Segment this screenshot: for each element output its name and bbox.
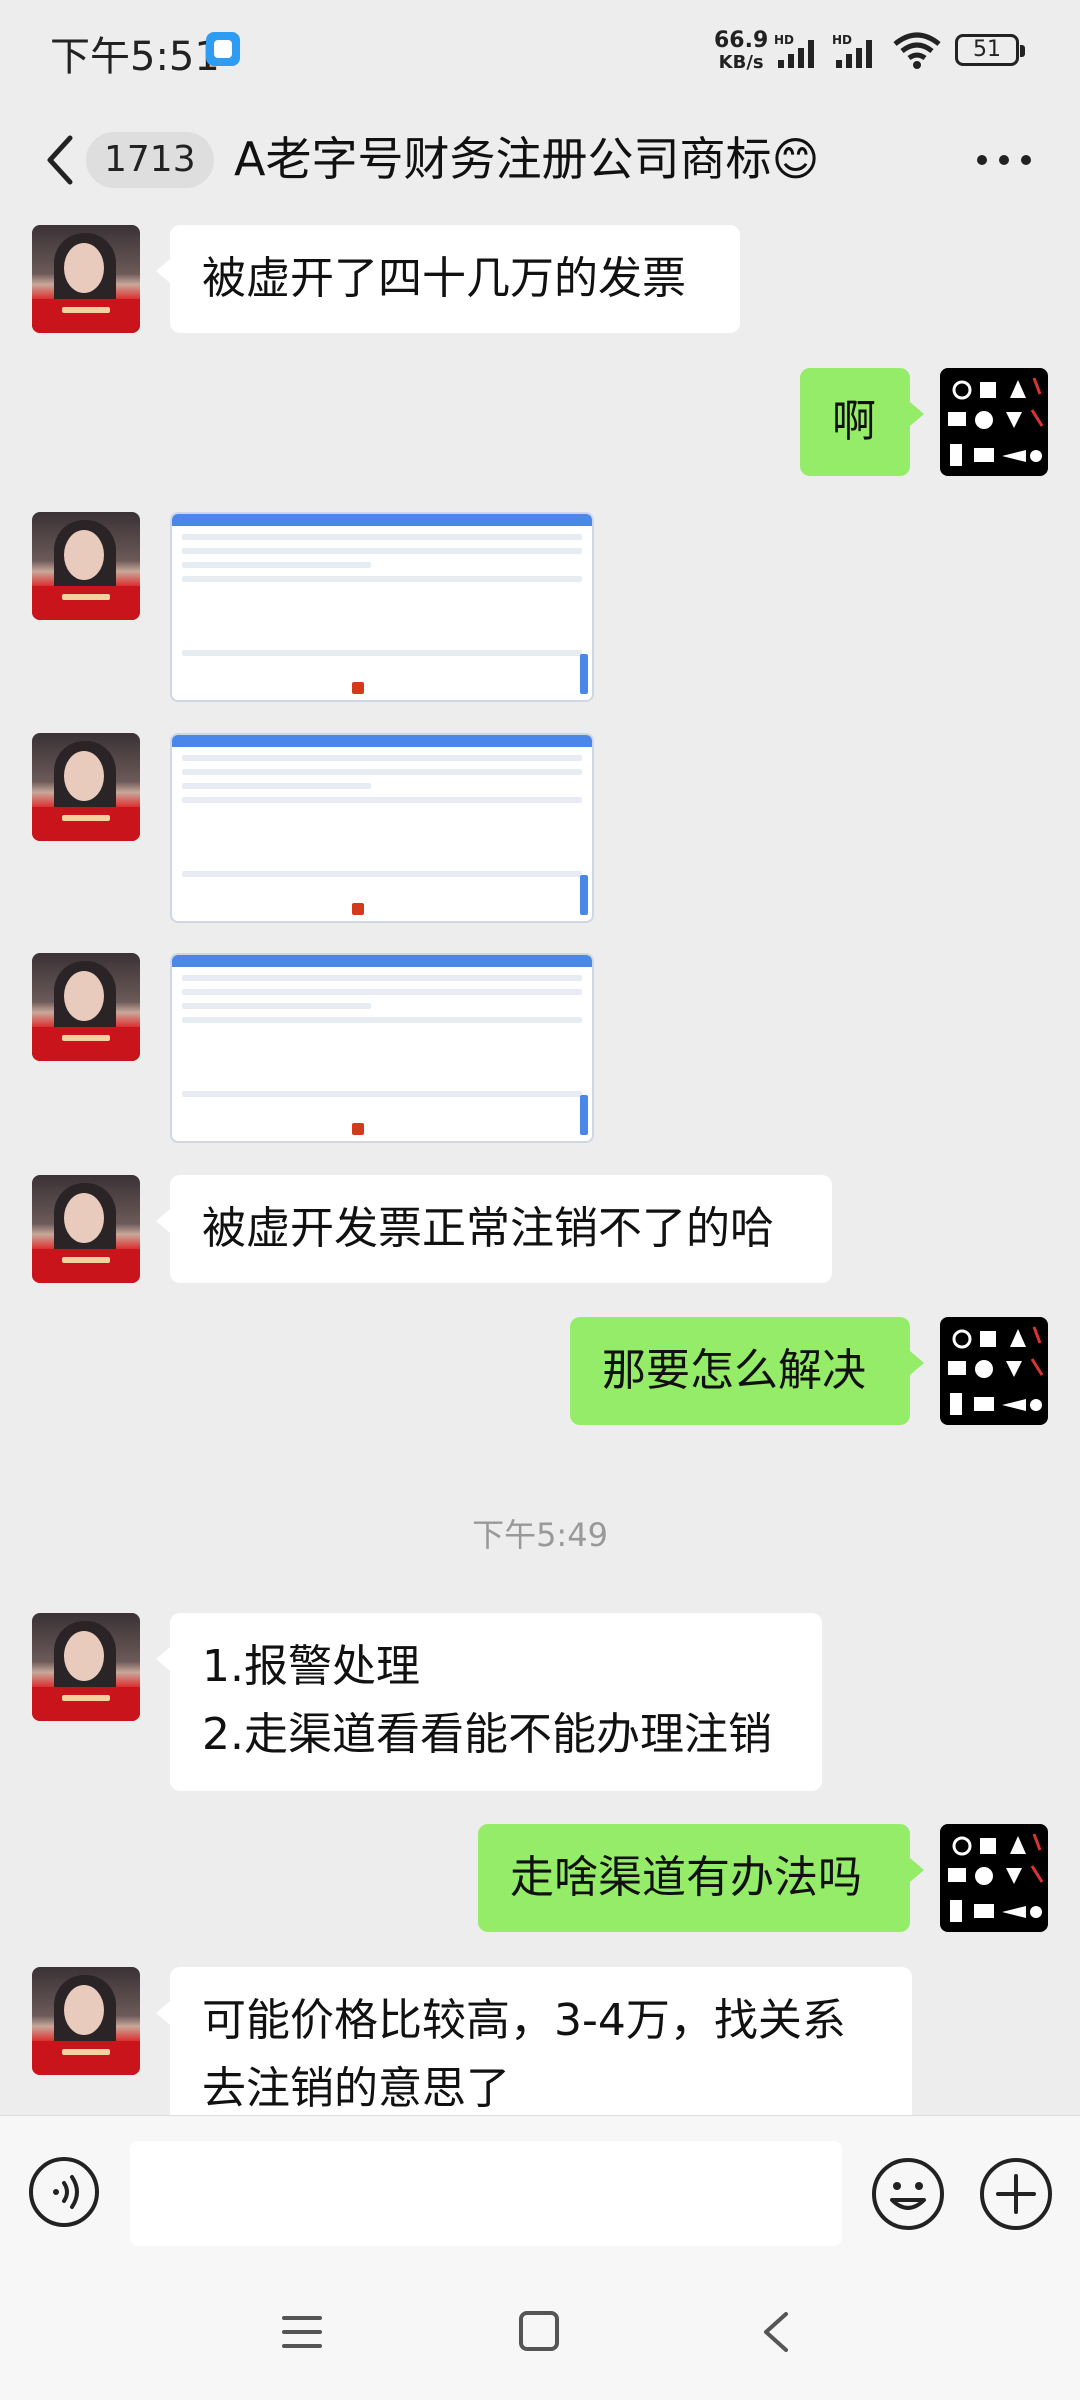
more-options-icon[interactable]	[976, 154, 1032, 166]
status-time: 下午5:51	[50, 34, 220, 80]
plus-icon[interactable]	[978, 2156, 1054, 2232]
incoming-message[interactable]: 被虚开发票正常注销不了的哈	[156, 1175, 832, 1283]
message-timestamp: 下午5:49	[472, 1516, 608, 1554]
image-message[interactable]	[170, 512, 594, 702]
network-speed: 66.9 KB/s	[714, 30, 768, 74]
contact-avatar[interactable]	[32, 953, 140, 1061]
incoming-message[interactable]: 可能价格比较高，3-4万，找关系 去注销的意思了	[156, 1967, 912, 2115]
menu-icon[interactable]	[282, 2312, 322, 2352]
message-list[interactable]: 被虚开了四十几万的发票 啊 被虚开发票正常注销不了的哈 那要怎么解决 下午5:4…	[0, 220, 1080, 2115]
outgoing-message[interactable]: 啊	[800, 368, 924, 476]
message-line: 去注销的意思了	[202, 2063, 510, 2114]
my-avatar[interactable]	[940, 1317, 1048, 1425]
battery-icon: 51	[955, 34, 1025, 66]
contact-avatar[interactable]	[32, 1175, 140, 1283]
icon-collage-avatar-icon	[948, 377, 1044, 466]
input-bar	[0, 2115, 1080, 2271]
signal-icon: HD	[774, 33, 814, 68]
image-message[interactable]	[170, 733, 594, 923]
chat-header: 1713 A老字号财务注册公司商标😊	[0, 100, 1080, 220]
notification-app-icon	[206, 32, 240, 66]
status-bar: 下午5:51 66.9 KB/s HD HD 51	[0, 0, 1080, 100]
message-line: 可能价格比较高，3-4万，找关系	[202, 1995, 846, 2046]
home-icon[interactable]	[518, 2310, 560, 2352]
my-avatar[interactable]	[940, 368, 1048, 476]
back-icon[interactable]	[40, 130, 80, 190]
incoming-message[interactable]: 1.报警处理 2.走渠道看看能不能办理注销	[156, 1613, 822, 1791]
sim1-hd-label: HD	[774, 33, 794, 47]
network-speed-value: 66.9	[714, 28, 769, 53]
system-nav-bar	[0, 2270, 1080, 2400]
back-icon[interactable]	[758, 2310, 792, 2354]
outgoing-message[interactable]: 那要怎么解决	[570, 1317, 924, 1425]
message-line: 2.走渠道看看能不能办理注销	[202, 1709, 772, 1760]
wifi-icon	[893, 32, 941, 69]
emoji-icon[interactable]	[870, 2156, 946, 2232]
contact-avatar[interactable]	[32, 1967, 140, 2075]
outgoing-message[interactable]: 走啥渠道有办法吗	[478, 1824, 924, 1932]
message-input[interactable]	[130, 2141, 842, 2246]
my-avatar[interactable]	[940, 1824, 1048, 1932]
contact-avatar[interactable]	[32, 1613, 140, 1721]
voice-icon[interactable]	[28, 2156, 100, 2228]
image-message[interactable]	[170, 953, 594, 1143]
unread-count-badge[interactable]: 1713	[86, 132, 214, 188]
icon-collage-avatar-icon	[948, 1833, 1044, 1922]
signal-icon: HD	[832, 33, 872, 68]
message-line: 1.报警处理	[202, 1641, 420, 1692]
contact-avatar[interactable]	[32, 512, 140, 620]
incoming-message[interactable]: 被虚开了四十几万的发票	[156, 225, 740, 333]
contact-avatar[interactable]	[32, 225, 140, 333]
contact-avatar[interactable]	[32, 733, 140, 841]
icon-collage-avatar-icon	[948, 1326, 1044, 1415]
network-speed-unit: KB/s	[718, 52, 764, 73]
sim2-hd-label: HD	[832, 33, 852, 47]
chat-title: A老字号财务注册公司商标😊	[234, 132, 820, 186]
